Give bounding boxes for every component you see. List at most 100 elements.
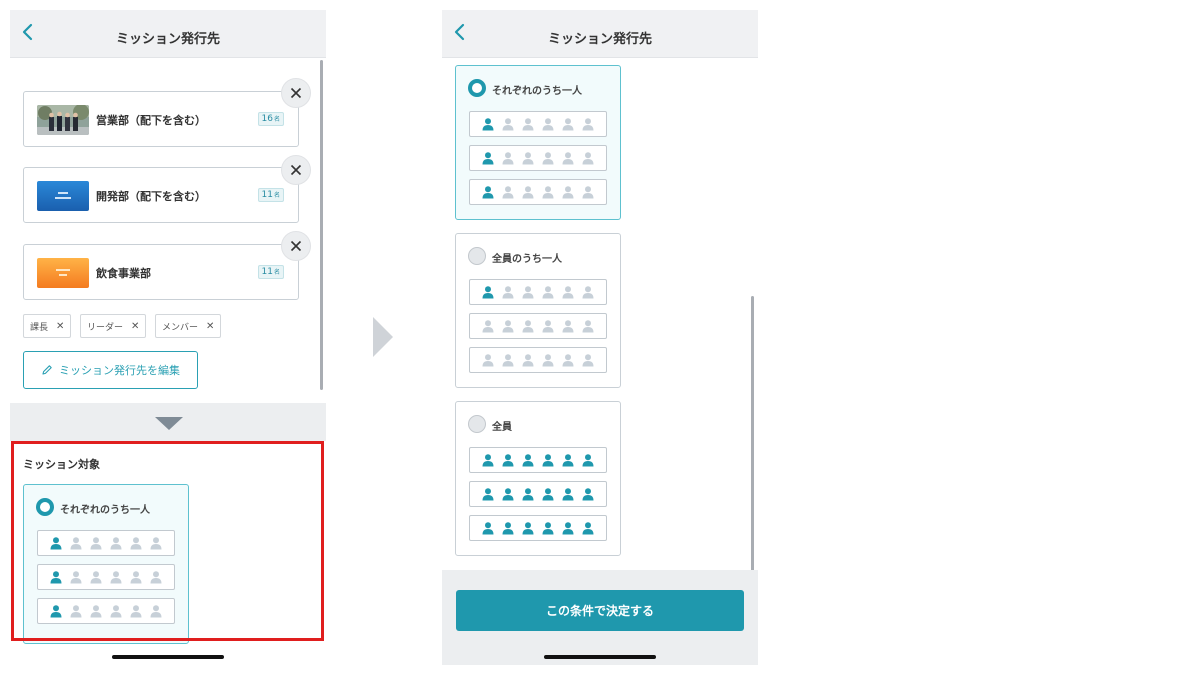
person-icon (562, 488, 574, 501)
person-icon (582, 488, 594, 501)
option-label: それぞれのうち一人 (492, 86, 582, 97)
group-name: 飲食事業部 (96, 267, 151, 280)
person-icon (502, 152, 514, 165)
remove-group-button[interactable] (281, 155, 311, 185)
group-name: 営業部（配下を含む） (96, 114, 206, 127)
person-icon (582, 186, 594, 199)
person-icon (482, 152, 494, 165)
person-icon (542, 118, 554, 131)
member-row (469, 111, 607, 137)
person-icon (502, 118, 514, 131)
home-indicator (544, 655, 656, 659)
role-tag: メンバー ✕ (155, 314, 222, 338)
person-icon (482, 522, 494, 535)
role-tag: リーダー ✕ (80, 314, 147, 338)
person-icon (522, 152, 534, 165)
person-icon (502, 186, 514, 199)
group-thumbnail-orange (37, 258, 89, 288)
person-icon (502, 286, 514, 299)
option-card-all[interactable]: 全員 (455, 401, 621, 556)
person-icon (522, 320, 534, 333)
close-icon (290, 87, 302, 99)
scrollbar[interactable] (320, 60, 323, 390)
person-icon (482, 488, 494, 501)
edit-mission-target-button[interactable]: ミッション発行先を編集 (23, 351, 198, 389)
person-icon (542, 320, 554, 333)
group-thumbnail-blue (37, 181, 89, 211)
person-icon (562, 186, 574, 199)
person-icon (542, 286, 554, 299)
member-count-badge: 16名 (257, 112, 284, 126)
person-icon (522, 522, 534, 535)
radio-unselected[interactable] (468, 415, 486, 433)
member-row (469, 347, 607, 373)
person-icon (482, 118, 494, 131)
group-name: 開発部（配下を含む） (96, 190, 206, 203)
group-card-sales[interactable]: 営業部（配下を含む） 16名 (23, 91, 299, 147)
person-icon (522, 118, 534, 131)
person-icon (582, 152, 594, 165)
person-icon (562, 320, 574, 333)
person-icon (522, 454, 534, 467)
edit-button-label: ミッション発行先を編集 (59, 364, 180, 377)
close-icon[interactable]: ✕ (131, 321, 139, 332)
role-tag: 課長 ✕ (23, 314, 72, 338)
close-icon[interactable]: ✕ (206, 321, 214, 332)
page-title: ミッション発行先 (547, 32, 652, 47)
member-row (469, 179, 607, 205)
close-icon (290, 240, 302, 252)
person-icon (582, 522, 594, 535)
person-icon (542, 186, 554, 199)
person-icon (502, 488, 514, 501)
home-indicator (112, 655, 224, 659)
person-icon (562, 152, 574, 165)
option-card-one-each[interactable]: それぞれのうち一人 (455, 65, 621, 220)
person-icon (542, 354, 554, 367)
member-count-badge: 11名 (257, 265, 284, 279)
person-icon (482, 320, 494, 333)
remove-group-button[interactable] (281, 231, 311, 261)
radio-unselected[interactable] (468, 247, 486, 265)
header: ミッション発行先 (10, 10, 326, 58)
confirm-button[interactable]: この条件で決定する (456, 590, 744, 631)
page-title: ミッション発行先 (115, 32, 220, 47)
person-icon (522, 488, 534, 501)
person-icon (582, 118, 594, 131)
member-row (469, 481, 607, 507)
group-card-food-business[interactable]: 飲食事業部 11名 (23, 244, 299, 300)
person-icon (482, 186, 494, 199)
person-icon (542, 488, 554, 501)
person-icon (582, 454, 594, 467)
remove-group-button[interactable] (281, 78, 311, 108)
person-icon (522, 286, 534, 299)
person-icon (502, 522, 514, 535)
arrow-right-icon (373, 317, 393, 357)
member-row (469, 447, 607, 473)
person-icon (502, 320, 514, 333)
person-icon (582, 286, 594, 299)
person-icon (482, 454, 494, 467)
person-icon (562, 286, 574, 299)
arrow-down-icon (155, 417, 183, 430)
person-icon (582, 320, 594, 333)
person-icon (562, 454, 574, 467)
member-row (469, 313, 607, 339)
role-tag-label: リーダー (87, 322, 124, 333)
person-icon (502, 454, 514, 467)
person-icon (542, 454, 554, 467)
person-icon (562, 522, 574, 535)
member-count-badge: 11名 (257, 188, 284, 202)
group-card-development[interactable]: 開発部（配下を含む） 11名 (23, 167, 299, 223)
option-card-one-of-all[interactable]: 全員のうち一人 (455, 233, 621, 388)
person-icon (502, 354, 514, 367)
member-row (469, 279, 607, 305)
person-icon (522, 186, 534, 199)
person-icon (582, 354, 594, 367)
close-icon[interactable]: ✕ (56, 321, 64, 332)
highlight-frame (11, 441, 324, 641)
person-icon (562, 354, 574, 367)
group-thumbnail-photo (37, 105, 89, 135)
radio-selected[interactable] (468, 79, 486, 97)
screen-mission-target-options: ミッション発行先 それぞれのうち一人 全員のうち一人 全員 この条件で決定する (442, 10, 758, 665)
option-label: 全員のうち一人 (492, 254, 562, 265)
